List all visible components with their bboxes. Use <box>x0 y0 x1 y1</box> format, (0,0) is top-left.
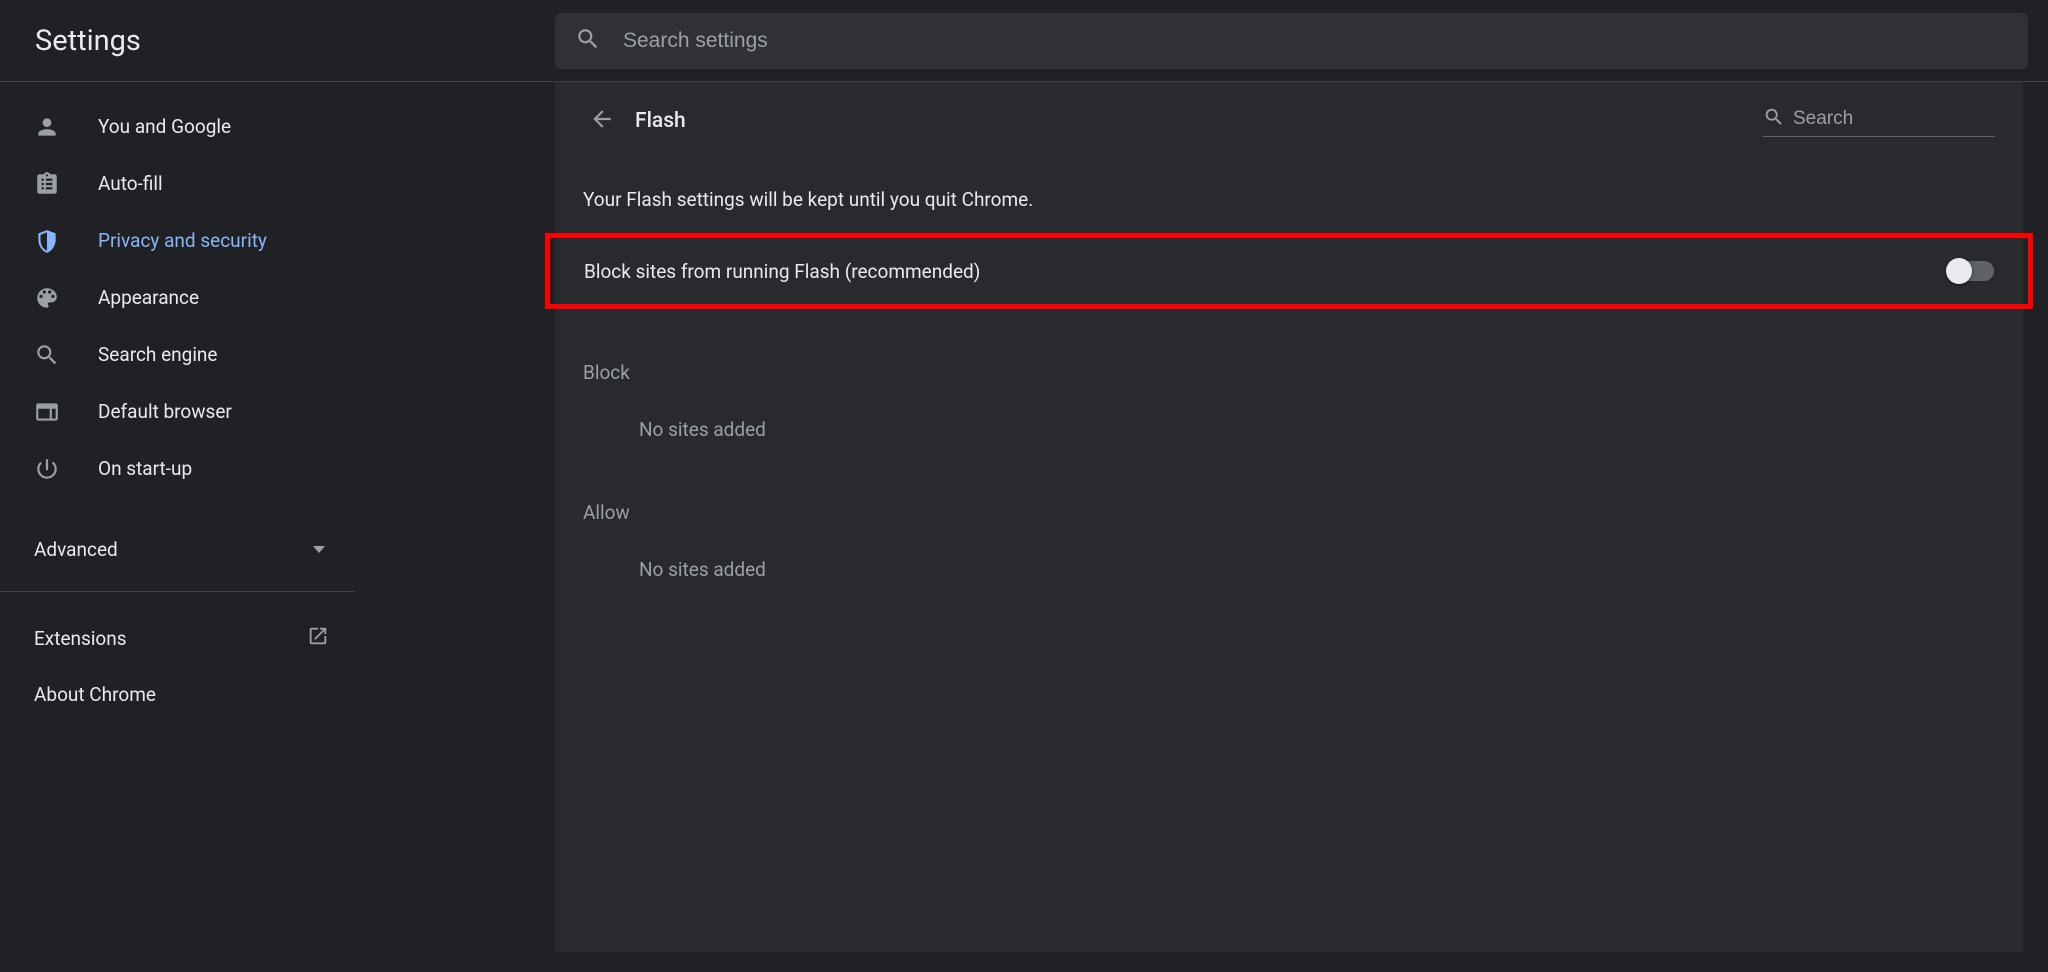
sidebar-item-default-browser[interactable]: Default browser <box>0 383 355 440</box>
sidebar-item-search-engine[interactable]: Search engine <box>0 326 355 383</box>
app-header: Settings <box>0 0 2048 82</box>
sidebar-about-label: About Chrome <box>34 683 156 706</box>
sidebar-item-label: Privacy and security <box>98 229 267 252</box>
allow-empty-text: No sites added <box>555 532 2023 609</box>
sidebar-advanced-toggle[interactable]: Advanced <box>0 519 355 579</box>
page-search-field[interactable] <box>1763 106 1995 137</box>
sidebar-advanced-label: Advanced <box>34 538 118 561</box>
app-title: Settings <box>0 24 555 58</box>
sidebar-separator <box>0 591 355 592</box>
palette-icon <box>34 285 60 311</box>
main-content: Flash Your Flash settings will be kept u… <box>355 82 2048 972</box>
clipboard-icon <box>34 171 60 197</box>
settings-card: Flash Your Flash settings will be kept u… <box>555 82 2023 952</box>
sidebar-about-chrome-link[interactable]: About Chrome <box>0 666 355 722</box>
block-section-label: Block <box>555 329 2023 392</box>
power-icon <box>34 456 60 482</box>
page-title: Flash <box>635 109 686 133</box>
block-flash-label: Block sites from running Flash (recommen… <box>584 260 980 283</box>
sidebar-item-on-startup[interactable]: On start-up <box>0 440 355 497</box>
sidebar-item-autofill[interactable]: Auto-fill <box>0 155 355 212</box>
sidebar-item-you-and-google[interactable]: You and Google <box>0 98 355 155</box>
sidebar-item-label: Auto-fill <box>98 172 163 195</box>
chevron-down-icon <box>313 546 325 553</box>
toggle-knob <box>1946 258 1972 284</box>
sidebar-item-label: Search engine <box>98 343 218 366</box>
allow-section-label: Allow <box>555 469 2023 532</box>
block-flash-toggle-row[interactable]: Block sites from running Flash (recommen… <box>550 238 2028 304</box>
block-flash-toggle[interactable] <box>1948 261 1994 281</box>
block-empty-text: No sites added <box>555 392 2023 469</box>
sidebar: You and Google Auto-fill Privacy and sec… <box>0 82 355 972</box>
browser-icon <box>34 399 60 425</box>
sidebar-extensions-label: Extensions <box>34 627 127 650</box>
external-link-icon <box>307 625 329 652</box>
person-icon <box>34 114 60 140</box>
flash-info-text: Your Flash settings will be kept until y… <box>555 160 2023 223</box>
sidebar-item-appearance[interactable]: Appearance <box>0 269 355 326</box>
sidebar-item-label: On start-up <box>98 457 192 480</box>
search-icon <box>1763 106 1793 132</box>
sidebar-extensions-link[interactable]: Extensions <box>0 610 355 666</box>
sidebar-item-label: You and Google <box>98 115 231 138</box>
page-search-input[interactable] <box>1793 108 1995 130</box>
global-search-input[interactable] <box>623 29 2008 53</box>
sidebar-item-label: Appearance <box>98 286 199 309</box>
search-icon <box>34 342 60 368</box>
global-search-field[interactable] <box>555 13 2028 69</box>
annotation-highlight-box: Block sites from running Flash (recommen… <box>545 233 2033 309</box>
arrow-left-icon <box>589 106 615 136</box>
back-button[interactable] <box>583 102 621 140</box>
shield-icon <box>34 228 60 254</box>
sidebar-item-label: Default browser <box>98 400 232 423</box>
sidebar-item-privacy-security[interactable]: Privacy and security <box>0 212 355 269</box>
card-header: Flash <box>555 82 2023 160</box>
search-icon <box>575 26 623 56</box>
